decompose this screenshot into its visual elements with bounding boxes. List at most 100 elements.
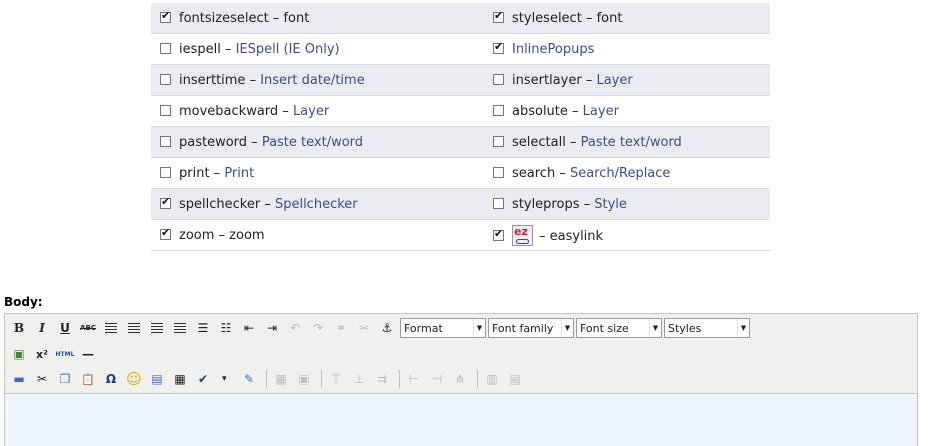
plugin-checkbox[interactable] bbox=[160, 42, 171, 54]
emoticon-button[interactable]: ☺ bbox=[124, 369, 144, 389]
col-before-button[interactable]: ⊢ bbox=[404, 369, 424, 389]
plugin-checkbox[interactable] bbox=[160, 9, 171, 23]
edit-button[interactable]: ✎ bbox=[239, 369, 259, 389]
select-label: Format bbox=[404, 321, 443, 335]
paste-button[interactable]: 📋 bbox=[78, 369, 98, 389]
plugin-description[interactable]: Paste text/word bbox=[581, 135, 682, 150]
styles-select[interactable]: Styles ▼ bbox=[664, 318, 750, 338]
cut-button[interactable]: ✂ bbox=[32, 369, 52, 389]
anchor-button[interactable]: ⚓ bbox=[377, 318, 397, 338]
plugin-checkbox[interactable] bbox=[493, 104, 504, 116]
spellcheck-button[interactable]: ✔ bbox=[193, 369, 213, 389]
html-source-button[interactable]: HTML bbox=[55, 344, 75, 364]
strikethrough-icon: ABC bbox=[80, 324, 96, 332]
chevron-down-icon[interactable]: ▼ bbox=[649, 319, 661, 337]
insert-line-icon: ▬ bbox=[13, 372, 25, 386]
insert-image-button[interactable]: ▣ bbox=[9, 344, 29, 364]
redo-button[interactable]: ↷ bbox=[308, 318, 328, 338]
plugin-description[interactable]: Layer bbox=[596, 73, 632, 88]
plugin-checkbox[interactable] bbox=[160, 166, 171, 178]
plugin-checkbox[interactable] bbox=[493, 135, 504, 147]
editor-content-area[interactable] bbox=[5, 393, 917, 446]
bold-button[interactable]: B bbox=[9, 318, 29, 338]
delete-row-button[interactable]: ⇉ bbox=[372, 369, 392, 389]
special-char-button[interactable]: Ω bbox=[101, 369, 121, 389]
font-family-select[interactable]: Font family ▼ bbox=[488, 318, 574, 338]
bold-icon: B bbox=[13, 321, 25, 335]
copy-button[interactable]: ❐ bbox=[55, 369, 75, 389]
plugin-description[interactable]: Insert date/time bbox=[260, 73, 364, 88]
format-select[interactable]: Format ▼ bbox=[400, 318, 486, 338]
plugin-checkbox[interactable] bbox=[493, 73, 504, 85]
horizontal-rule-button[interactable]: — bbox=[78, 344, 98, 364]
plugin-description[interactable]: Layer bbox=[293, 104, 329, 119]
link-icon: ⚭ bbox=[335, 321, 347, 335]
plugin-description[interactable]: Layer bbox=[583, 104, 619, 119]
undo-button[interactable]: ↶ bbox=[285, 318, 305, 338]
plugin-name: pasteword bbox=[179, 134, 248, 150]
plugin-checkbox[interactable] bbox=[493, 40, 504, 54]
table-button[interactable]: ▦ bbox=[271, 369, 291, 389]
align-right-button[interactable] bbox=[147, 318, 167, 338]
chevron-down-icon[interactable]: ▼ bbox=[737, 319, 749, 337]
plugin-description[interactable]: Search/Replace bbox=[570, 166, 670, 181]
align-center-button[interactable] bbox=[124, 318, 144, 338]
link-button[interactable]: ⚭ bbox=[331, 318, 351, 338]
align-left-button[interactable] bbox=[101, 318, 121, 338]
row-before-button[interactable]: ⊤ bbox=[326, 369, 346, 389]
plugin-description[interactable]: Print bbox=[224, 166, 254, 181]
plugin-name: print bbox=[179, 165, 210, 181]
plugin-cell: pasteword – Paste text/word bbox=[151, 126, 482, 158]
split-cells-button[interactable]: ▥ bbox=[482, 369, 502, 389]
paste-word-button[interactable]: ▦ bbox=[170, 369, 190, 389]
outdent-button[interactable]: ⇤ bbox=[239, 318, 259, 338]
plugin-checkbox[interactable] bbox=[160, 226, 171, 240]
dropdown-arrow-button[interactable]: ▾ bbox=[216, 369, 236, 389]
edit-icon: ✎ bbox=[243, 372, 255, 386]
unlink-button[interactable]: ✂ bbox=[354, 318, 374, 338]
align-justify-button[interactable] bbox=[170, 318, 190, 338]
plugin-row: inserttime – Insert date/time insertlayer… bbox=[151, 64, 770, 96]
plugin-checkbox[interactable] bbox=[160, 104, 171, 116]
plugin-description[interactable]: Spellchecker bbox=[275, 197, 358, 212]
superscript-button[interactable]: x² bbox=[32, 344, 52, 364]
strikethrough-button[interactable]: ABC bbox=[78, 318, 98, 338]
plugin-name: movebackward bbox=[179, 103, 279, 119]
italic-button[interactable]: I bbox=[32, 318, 52, 338]
media-button[interactable]: ▤ bbox=[147, 369, 167, 389]
plugin-checkbox[interactable] bbox=[493, 9, 504, 23]
table-props-button[interactable]: ▣ bbox=[294, 369, 314, 389]
align-right-icon bbox=[151, 323, 163, 333]
merge-cells-button[interactable]: ▤ bbox=[505, 369, 525, 389]
align-center-icon bbox=[128, 323, 140, 333]
chevron-down-icon[interactable]: ▼ bbox=[561, 319, 573, 337]
insert-line-button[interactable]: ▬ bbox=[9, 369, 29, 389]
plugin-checkbox[interactable] bbox=[493, 197, 504, 209]
plugin-checkbox[interactable] bbox=[493, 227, 504, 241]
font-size-select[interactable]: Font size ▼ bbox=[576, 318, 662, 338]
plugin-cell: styleselect – font bbox=[482, 3, 770, 34]
underline-button[interactable]: U bbox=[55, 318, 75, 338]
chevron-down-icon[interactable]: ▼ bbox=[473, 319, 485, 337]
plugin-description[interactable]: InlinePopups bbox=[512, 42, 594, 57]
delete-col-button[interactable]: ⋔ bbox=[450, 369, 470, 389]
plugin-description[interactable]: IESpell (IE Only) bbox=[236, 42, 340, 57]
italic-icon: I bbox=[39, 321, 45, 335]
col-after-button[interactable]: ⊣ bbox=[427, 369, 447, 389]
plugin-cell: iespell – IESpell (IE Only) bbox=[151, 33, 482, 65]
plugin-cell: absolute – Layer bbox=[482, 95, 770, 127]
select-label: Font size bbox=[580, 321, 629, 335]
plugin-cell: InlinePopups bbox=[482, 33, 770, 65]
plugin-description[interactable]: Paste text/word bbox=[262, 135, 363, 150]
plugin-checkbox[interactable] bbox=[493, 166, 504, 178]
plugin-checkbox[interactable] bbox=[160, 195, 171, 209]
numbered-list-button[interactable]: ☷ bbox=[216, 318, 236, 338]
plugin-checkbox[interactable] bbox=[160, 73, 171, 85]
plugin-description: easylink bbox=[549, 228, 604, 244]
row-after-button[interactable]: ⊥ bbox=[349, 369, 369, 389]
indent-button[interactable]: ⇥ bbox=[262, 318, 282, 338]
plugin-description[interactable]: Style bbox=[594, 197, 627, 212]
bullet-list-button[interactable]: ☰ bbox=[193, 318, 213, 338]
plugin-name: iespell bbox=[179, 41, 221, 57]
plugin-checkbox[interactable] bbox=[160, 135, 171, 147]
